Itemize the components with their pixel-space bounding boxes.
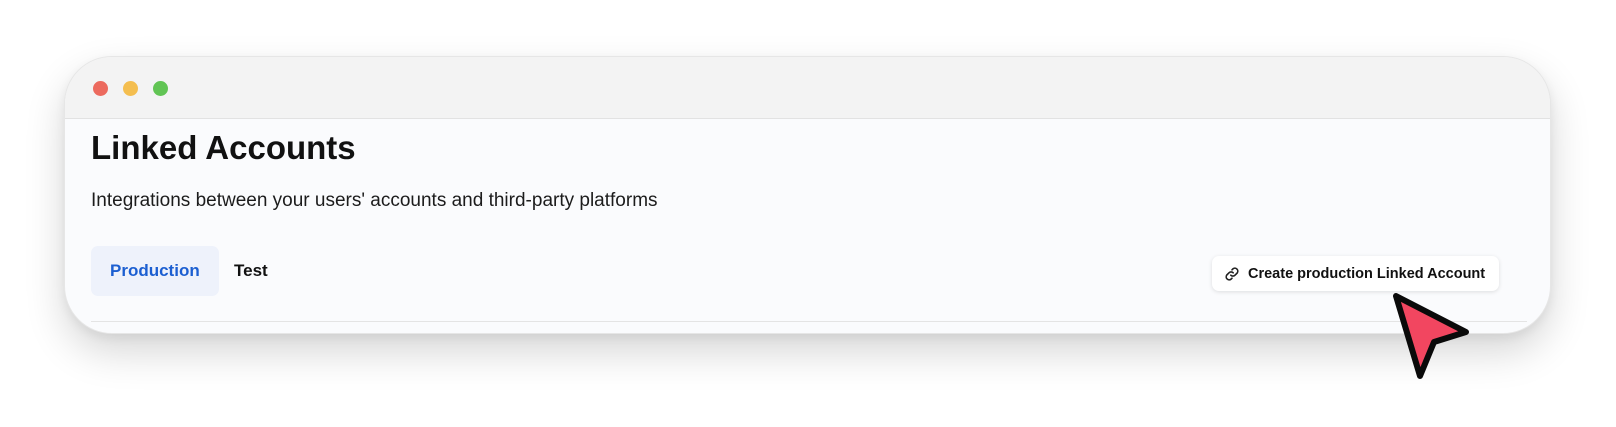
create-linked-account-label: Create production Linked Account: [1248, 265, 1486, 282]
app-window: Linked Accounts Integrations between you…: [64, 56, 1551, 334]
tab-test[interactable]: Test: [216, 246, 286, 296]
tabs-divider: [91, 321, 1527, 322]
tab-test-label: Test: [234, 261, 268, 280]
maximize-window-button[interactable]: [153, 81, 168, 96]
create-linked-account-button[interactable]: Create production Linked Account: [1212, 256, 1499, 291]
tab-production-label: Production: [110, 261, 200, 280]
title-bar: [65, 57, 1550, 119]
minimize-window-button[interactable]: [123, 81, 138, 96]
link-icon: [1224, 266, 1240, 282]
page-subtitle: Integrations between your users' account…: [91, 190, 658, 211]
pointer-arrow-icon: [1393, 293, 1469, 379]
tab-production[interactable]: Production: [91, 246, 219, 296]
close-window-button[interactable]: [93, 81, 108, 96]
page-title: Linked Accounts: [91, 129, 356, 166]
